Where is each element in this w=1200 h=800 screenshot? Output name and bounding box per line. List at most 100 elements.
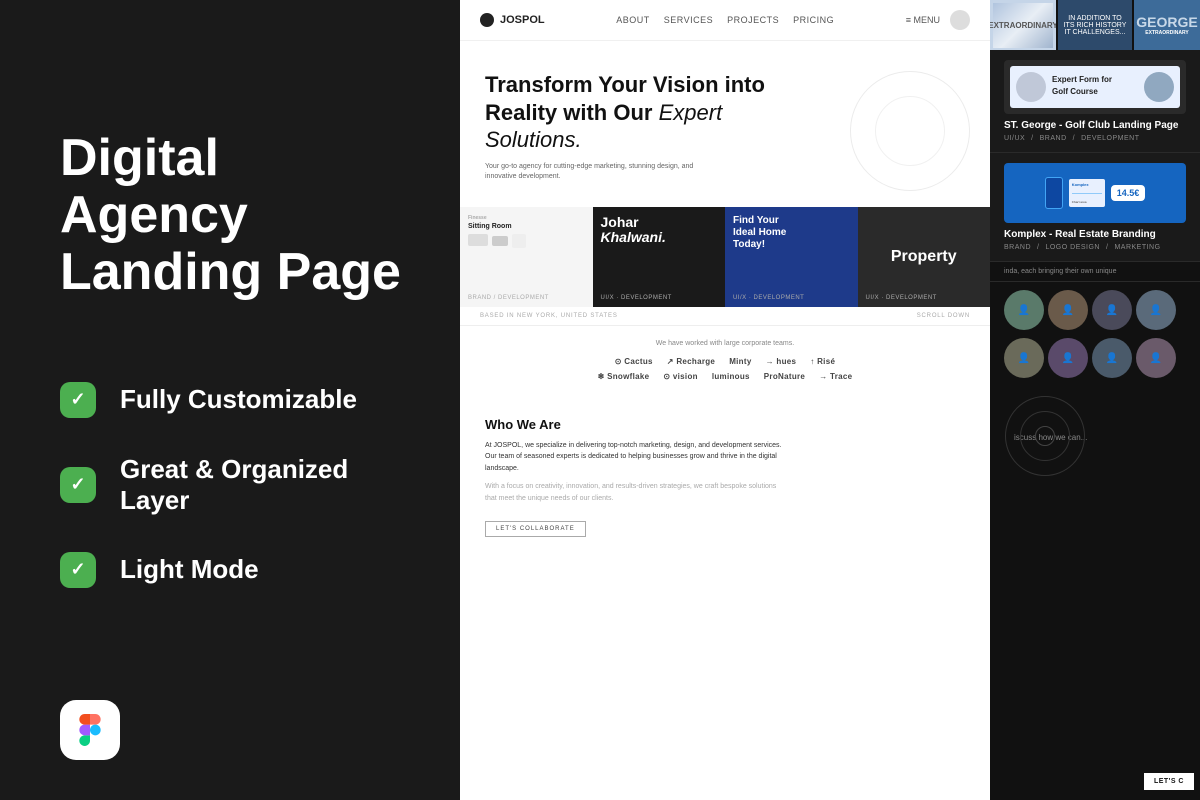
project-card-1: Finesse Sitting Room BRAND / DEVELOPMENT (460, 207, 593, 307)
project2-tag-logo: LOGO DESIGN (1045, 244, 1100, 251)
sidebar-img-1: EXTRAORDINARY (990, 0, 1056, 50)
site-preview: JOSPOL ABOUT SERVICES PROJECTS PRICING ≡… (460, 0, 990, 800)
footer-location: BASED IN NEW YORK, UNITED STATES (480, 313, 618, 319)
avatar-1: 👤 (1004, 290, 1044, 330)
card4-tag: UI/X · DEVELOPMENT (866, 295, 937, 301)
sidebar-top-images: EXTRAORDINARY IN ADDITION TO ITS RICH HI… (990, 0, 1200, 50)
card3-title: Find YourIdeal HomeToday! (733, 215, 786, 251)
brand-snowflake: ❄ Snowflake (598, 372, 650, 381)
sidebar-img-3: GEORGE EXTRAORDINARY (1134, 0, 1200, 50)
golf-preview-inner: Expert Form forGolf Course (1010, 66, 1180, 108)
brand-rise: ↑ Risé (810, 357, 835, 366)
check-icon-3: ✓ (60, 552, 96, 588)
site-about: Who We Are At JOSPOL, we specialize in d… (460, 401, 990, 553)
project2-title: Komplex - Real Estate Branding (1004, 229, 1186, 240)
feature-item-customizable: ✓ Fully Customizable (60, 382, 410, 418)
site-logo: JOSPOL (480, 13, 545, 27)
project1-tag-dev: DEVELOPMENT (1081, 135, 1139, 142)
project-card-4: Property UI/X · DEVELOPMENT (858, 207, 991, 307)
avatar-8: 👤 (1136, 338, 1176, 378)
right-panel: JOSPOL ABOUT SERVICES PROJECTS PRICING ≡… (460, 0, 1200, 800)
golf-avatar (1016, 72, 1046, 102)
project2-tag-marketing: MARKETING (1114, 244, 1160, 251)
site-footer-row: BASED IN NEW YORK, UNITED STATES SCROLL … (460, 307, 990, 326)
site-nav-right: ≡ MENU (906, 10, 970, 30)
brands-row-2: ❄ Snowflake ⊙ vision luminous ProNature … (480, 372, 970, 381)
footer-scroll: SCROLL DOWN (917, 313, 970, 319)
features-list: ✓ Fully Customizable ✓ Great & Organized… (60, 382, 410, 588)
brand-minty: Minty (729, 357, 751, 366)
tag-divider-4: / (1106, 244, 1108, 251)
card1-tag: BRAND / DEVELOPMENT (468, 295, 549, 301)
about-title: Who We Are (485, 417, 965, 432)
figma-icon (60, 700, 120, 760)
project1-tag-uiux: UI/UX (1004, 135, 1025, 142)
feature-label-2: Great & Organized Layer (120, 454, 410, 516)
brand-vision: ⊙ vision (663, 372, 697, 381)
brand-trace: → Trace (819, 372, 852, 381)
stat-badge: 14.5€ (1111, 185, 1146, 201)
hero-title: Transform Your Vision into Reality with … (485, 71, 805, 154)
title-line1: Digital Agency (60, 129, 248, 244)
project-card-3: Find YourIdeal HomeToday! UI/X · DEVELOP… (725, 207, 858, 307)
collaborate-button[interactable]: LET'S COLLABORATE (485, 521, 586, 537)
card1-title: Finesse Sitting Room (468, 215, 526, 248)
avatar-2: 👤 (1048, 290, 1088, 330)
feature-item-organized: ✓ Great & Organized Layer (60, 454, 410, 516)
title-line2: Landing Page (60, 243, 401, 301)
project-card-2: JoharKhalwani. UI/X · DEVELOPMENT (593, 207, 726, 307)
brand-recharge: ↗ Recharge (667, 357, 715, 366)
komplex-preview: Komplex Chart area 14.5€ (1004, 163, 1186, 223)
hero-subtitle: Your go-to agency for cutting-edge marke… (485, 162, 705, 183)
feature-label-1: Fully Customizable (120, 384, 357, 415)
check-icon-1: ✓ (60, 382, 96, 418)
lets-collaborate-button[interactable]: LET'S C (1144, 773, 1194, 790)
circle-deco-inner (875, 96, 945, 166)
avatars-row-2: 👤 👤 👤 👤 (990, 338, 1200, 386)
left-panel: Digital Agency Landing Page ✓ Fully Cust… (0, 0, 460, 800)
sidebar-partial-text: inda, each bringing their own unique (990, 262, 1200, 282)
komplex-tablet: Komplex Chart area (1069, 179, 1105, 207)
brand-hues: → hues (766, 357, 797, 366)
dark-cta-area: iscuss how we can... LET'S C (990, 386, 1200, 800)
project1-title: ST. George - Golf Club Landing Page (1004, 120, 1186, 131)
site-nav: JOSPOL ABOUT SERVICES PROJECTS PRICING ≡… (460, 0, 990, 41)
card3-tag: UI/X · DEVELOPMENT (733, 295, 804, 301)
card4-title: Property (891, 248, 957, 266)
avatar-4: 👤 (1136, 290, 1176, 330)
project2-tag-brand: BRAND (1004, 244, 1031, 251)
check-icon-2: ✓ (60, 467, 96, 503)
site-nav-links: ABOUT SERVICES PROJECTS PRICING (616, 15, 834, 25)
avatars-row: 👤 👤 👤 👤 (990, 282, 1200, 338)
project1-tags: UI/UX / BRAND / DEVELOPMENT (1004, 135, 1186, 142)
about-text-bold: At JOSPOL, we specialize in delivering t… (485, 440, 785, 476)
brands-row-1: ⊙ Cactus ↗ Recharge Minty → hues ↑ Risé (480, 357, 970, 366)
avatar-7: 👤 (1092, 338, 1132, 378)
brand-pronature: ProNature (764, 372, 805, 381)
sidebar-img-2: IN ADDITION TO ITS RICH HISTORY IT CHALL… (1058, 0, 1132, 50)
site-hero: Transform Your Vision into Reality with … (460, 41, 990, 207)
brand-cactus: ⊙ Cactus (615, 357, 653, 366)
avatar-3: 👤 (1092, 290, 1132, 330)
project-st-george: Expert Form forGolf Course ST. George - … (990, 50, 1200, 153)
tag-divider-3: / (1037, 244, 1039, 251)
avatar-6: 👤 (1048, 338, 1088, 378)
card2-tag: UI/X · DEVELOPMENT (601, 295, 672, 301)
golf-preview-card: Expert Form forGolf Course (1004, 60, 1186, 114)
card2-title: JoharKhalwani. (601, 215, 666, 246)
feature-item-lightmode: ✓ Light Mode (60, 552, 410, 588)
project1-tag-brand: BRAND (1040, 135, 1067, 142)
page-title: Digital Agency Landing Page (60, 130, 410, 302)
logo-dot (480, 13, 494, 27)
tag-divider-2: / (1073, 135, 1075, 142)
site-brands: We have worked with large corporate team… (460, 326, 990, 401)
komplex-phone (1045, 177, 1063, 209)
about-text-faded: With a focus on creativity, innovation, … (485, 481, 785, 505)
brand-luminous: luminous (712, 372, 750, 381)
project-komplex: Komplex Chart area 14.5€ Komplex - Real … (990, 153, 1200, 262)
right-sidebar: EXTRAORDINARY IN ADDITION TO ITS RICH HI… (990, 0, 1200, 800)
project2-tags: BRAND / LOGO DESIGN / MARKETING (1004, 244, 1186, 251)
avatar-5: 👤 (1004, 338, 1044, 378)
tag-divider-1: / (1031, 135, 1033, 142)
site-cards-row: Finesse Sitting Room BRAND / DEVELOPMENT… (460, 207, 990, 307)
